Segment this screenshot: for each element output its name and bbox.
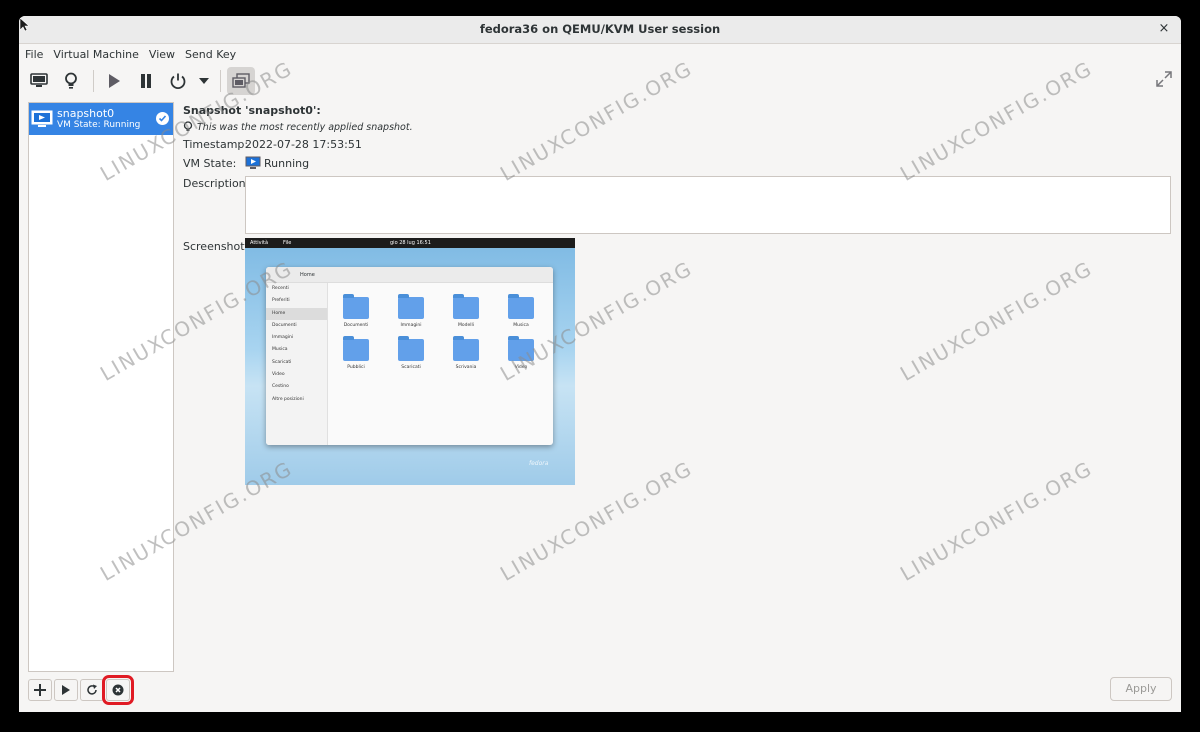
preview-sidebar-item: Documenti: [272, 322, 297, 328]
preview-brand-logo: fedora: [529, 460, 549, 467]
preview-app-menu: File: [283, 240, 292, 246]
play-small-icon: [62, 685, 70, 695]
snapshot-actions: [28, 675, 134, 705]
preview-sidebar-item: Home: [266, 307, 327, 320]
snapshots-icon[interactable]: [227, 67, 255, 95]
screenshot-label: Screenshot:: [183, 240, 249, 253]
menu-file[interactable]: File: [25, 48, 49, 61]
description-label: Description:: [183, 177, 250, 190]
toolbar: [19, 64, 1181, 98]
preview-fm-sidebar: Recenti Preferiti Home Documenti Immagin…: [266, 283, 328, 445]
preview-folder: Scaricati: [391, 336, 431, 370]
power-icon[interactable]: [164, 67, 192, 95]
fullscreen-icon[interactable]: [1155, 70, 1173, 91]
preview-sidebar-item: Preferiti: [272, 298, 290, 304]
preview-folder-grid: Documenti Immagini Modelli Musica Pubbli…: [328, 283, 553, 445]
preview-sidebar-item: Altre posizioni: [272, 396, 304, 402]
preview-folder: Scrivania: [446, 336, 486, 370]
preview-fm-header: Home: [266, 267, 553, 283]
vm-running-icon: [245, 156, 261, 169]
preview-location: Home: [300, 272, 315, 278]
current-checkmark-icon: [156, 112, 169, 125]
preview-sidebar-item: Video: [272, 372, 285, 378]
menu-send-key[interactable]: Send Key: [185, 48, 242, 61]
preview-folder: Pubblici: [336, 336, 376, 370]
dropdown-arrow-icon[interactable]: [196, 67, 212, 95]
monitor-icon[interactable]: [25, 67, 53, 95]
preview-topbar: Attività File gio 28 lug 16:51: [245, 238, 575, 248]
toolbar-separator: [220, 70, 221, 92]
delete-icon: [112, 684, 124, 696]
menu-virtual-machine[interactable]: Virtual Machine: [53, 48, 145, 61]
description-textarea[interactable]: [245, 176, 1171, 234]
preview-folder: Modelli: [446, 294, 486, 328]
preview-sidebar-item: Immagini: [272, 335, 294, 341]
play-icon[interactable]: [100, 67, 128, 95]
close-button[interactable]: ×: [1155, 20, 1173, 38]
snapshot-state: VM State: Running: [57, 120, 141, 130]
lightbulb-icon[interactable]: [57, 67, 85, 95]
timestamp-value: 2022-07-28 17:53:51: [245, 138, 362, 151]
menu-bar: File Virtual Machine View Send Key: [19, 44, 1181, 64]
preview-sidebar-item: Recenti: [272, 286, 289, 291]
vmstate-value: Running: [264, 156, 310, 170]
title-bar: fedora36 on QEMU/KVM User session ×: [19, 16, 1181, 44]
timestamp-label: Timestamp:: [183, 138, 249, 151]
window-title: fedora36 on QEMU/KVM User session: [479, 22, 721, 36]
plus-icon: [34, 684, 46, 696]
mouse-cursor-icon: [20, 18, 30, 32]
menu-view[interactable]: View: [149, 48, 181, 61]
snapshot-list-item[interactable]: snapshot0 VM State: Running: [29, 103, 173, 135]
refresh-icon: [87, 684, 97, 695]
vmstate-label: VM State:: [183, 157, 237, 170]
snapshot-heading: Snapshot 'snapshot0':: [183, 104, 321, 117]
run-snapshot-button[interactable]: [54, 679, 78, 701]
hint-row: This was the most recently applied snaps…: [183, 121, 413, 133]
screenshot-preview: Attività File gio 28 lug 16:51 Home Rece…: [245, 238, 575, 485]
apply-button[interactable]: Apply: [1110, 677, 1172, 701]
add-snapshot-button[interactable]: [28, 679, 52, 701]
snapshot-name: snapshot0: [57, 107, 115, 120]
preview-sidebar-item: Cestino: [272, 384, 289, 390]
preview-folder: Documenti: [336, 294, 376, 328]
preview-file-manager: Home Recenti Preferiti Home Documenti Im…: [266, 267, 553, 445]
delete-snapshot-button[interactable]: [102, 675, 134, 705]
app-window: fedora36 on QEMU/KVM User session × File…: [19, 16, 1181, 712]
vmstate-row: Running: [245, 156, 309, 170]
vm-screen-icon: [31, 110, 53, 127]
refresh-snapshots-button[interactable]: [80, 679, 104, 701]
preview-folder: Video: [501, 336, 541, 370]
preview-clock: gio 28 lug 16:51: [390, 240, 431, 246]
hint-text: This was the most recently applied snaps…: [197, 121, 413, 133]
preview-sidebar-item: Musica: [272, 347, 288, 353]
preview-activities: Attività: [250, 240, 269, 246]
toolbar-separator: [93, 70, 94, 92]
preview-sidebar-item: Scaricati: [272, 359, 292, 365]
lightbulb-small-icon: [183, 121, 193, 131]
snapshot-list: snapshot0 VM State: Running: [28, 102, 174, 672]
pause-icon[interactable]: [132, 67, 160, 95]
preview-folder: Musica: [501, 294, 541, 328]
preview-folder: Immagini: [391, 294, 431, 328]
